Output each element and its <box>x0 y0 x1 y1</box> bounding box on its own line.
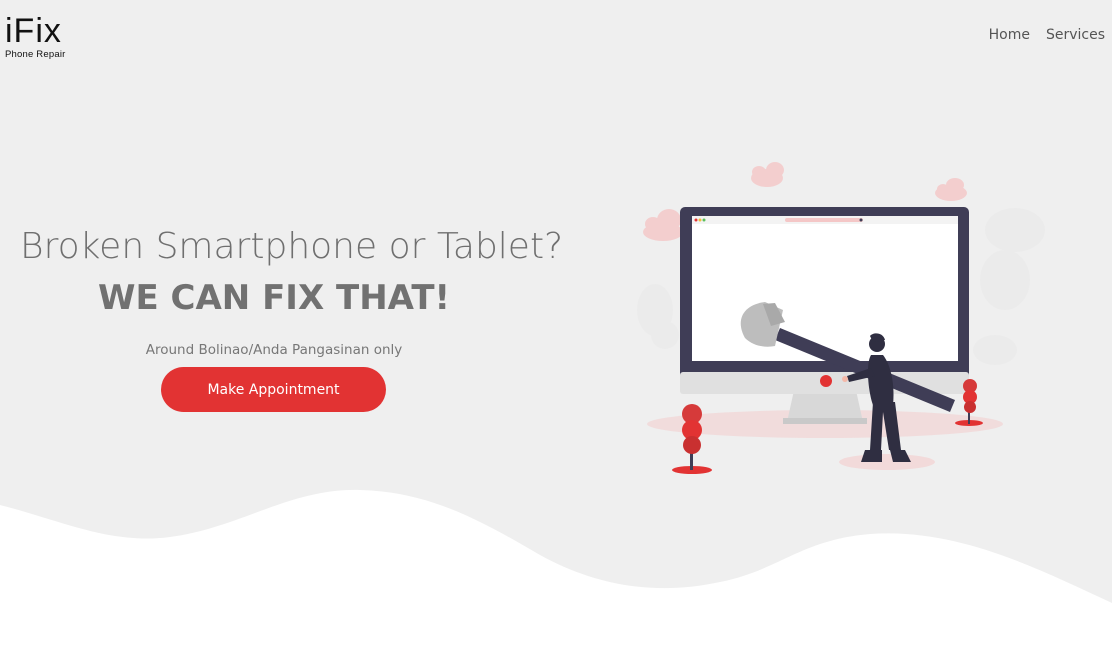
cloud-icon <box>751 162 784 187</box>
repair-illustration <box>637 162 1045 474</box>
person-shadow <box>839 454 935 470</box>
cloud-icon <box>935 178 967 201</box>
monitor-icon <box>680 207 969 394</box>
red-ball-decoration <box>820 375 832 387</box>
cloud-icon <box>643 209 683 241</box>
